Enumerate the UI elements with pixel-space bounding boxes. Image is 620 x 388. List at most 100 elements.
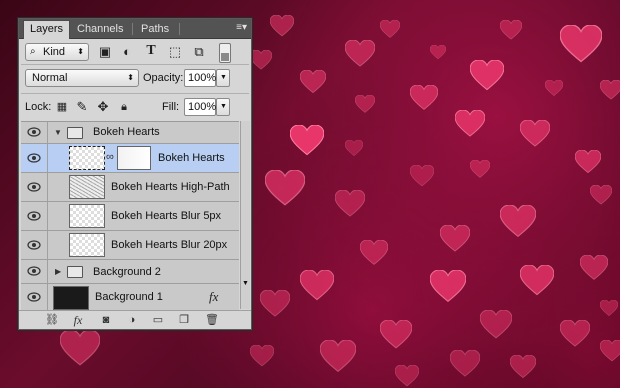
layer-row[interactable]: Background 1 fx	[21, 284, 239, 310]
visibility-toggle[interactable]	[21, 144, 48, 172]
scroll-down-arrow-icon[interactable]: ▼	[242, 280, 249, 287]
adjustment-layer-icon[interactable]: ◑	[125, 313, 139, 327]
layer-effects-icon[interactable]: fx	[209, 289, 218, 305]
heart-shape	[470, 60, 504, 91]
lock-row: Lock: ▦ ✎ ✥ 🔒︎ Fill: 100% ▼	[19, 96, 251, 118]
fx-icon[interactable]: fx	[71, 313, 85, 327]
visibility-toggle[interactable]	[21, 260, 48, 283]
eye-icon	[27, 182, 41, 192]
heart-shape	[260, 290, 290, 317]
fill-input[interactable]: 100%	[184, 98, 216, 116]
heart-shape	[510, 355, 536, 379]
layer-thumbnail[interactable]	[53, 286, 89, 310]
chain-link-icon[interactable]: ∞	[106, 151, 114, 163]
heart-shape	[440, 225, 470, 252]
visibility-toggle[interactable]	[21, 284, 48, 310]
new-group-folder-icon[interactable]: ▭	[151, 313, 165, 327]
tab-paths[interactable]: Paths	[135, 21, 175, 38]
lock-transparency-icon[interactable]: ▦	[54, 99, 70, 115]
heart-shape	[290, 125, 324, 156]
layer-thumbnail[interactable]	[69, 204, 105, 228]
lock-brush-icon[interactable]: ✎	[74, 99, 90, 115]
heart-shape	[455, 110, 485, 137]
panel-footer: ⛓ fx ◙ ◑ ▭ ❐ 🗑︎	[19, 310, 251, 329]
layer-row[interactable]: Bokeh Hearts Blur 5px	[21, 202, 239, 231]
layer-group-row[interactable]: ▶ Background 2	[21, 260, 239, 284]
select-arrows-icon: ⬍	[127, 73, 134, 82]
lock-label: Lock:	[25, 101, 52, 113]
heart-shape	[250, 50, 272, 70]
layer-thumbnail[interactable]	[69, 175, 105, 199]
filter-toggle-switch[interactable]	[219, 43, 231, 63]
lock-all-icon[interactable]: 🔒︎	[116, 99, 132, 115]
trash-icon[interactable]: 🗑︎	[205, 313, 219, 327]
heart-shape	[250, 345, 274, 367]
filter-kind-select[interactable]: ⌕ Kind ⬍	[25, 43, 89, 61]
layer-mask-thumbnail[interactable]	[117, 146, 151, 170]
visibility-toggle[interactable]	[21, 122, 48, 143]
opacity-input[interactable]: 100%	[184, 69, 216, 87]
layer-thumbnail[interactable]	[69, 233, 105, 257]
blend-mode-select[interactable]: Normal ⬍	[25, 69, 139, 87]
fill-dropdown-button[interactable]: ▼	[216, 98, 230, 116]
heart-shape	[480, 310, 512, 339]
tab-channels[interactable]: Channels	[71, 21, 129, 38]
new-layer-icon[interactable]: ❐	[177, 313, 191, 327]
chevron-down-icon: ▼	[220, 103, 227, 110]
heart-shape	[430, 270, 466, 302]
heart-shape	[355, 95, 375, 113]
filter-row: ⌕ Kind ⬍ ▣ ◐ T ⬚ ⧉	[19, 41, 251, 63]
heart-shape	[560, 320, 590, 347]
link-layers-icon[interactable]: ⛓	[45, 313, 59, 327]
layer-row[interactable]: Bokeh Hearts High-Path	[21, 173, 239, 202]
filter-kind-label: Kind	[43, 46, 66, 58]
visibility-toggle[interactable]	[21, 173, 48, 201]
tab-separator	[179, 23, 180, 35]
layers-panel: Layers Channels Paths ≡▾ ⌕ Kind ⬍ ▣ ◐ T …	[18, 18, 252, 330]
heart-shape	[395, 365, 419, 387]
heart-shape	[545, 80, 563, 96]
heart-shape	[380, 20, 400, 38]
filter-adjustment-icon[interactable]: ◐	[119, 44, 135, 60]
heart-shape	[520, 265, 554, 296]
eye-icon	[27, 292, 41, 302]
filter-toggle-knob	[221, 53, 229, 61]
layer-name: Bokeh Hearts	[158, 152, 225, 164]
search-icon: ⌕	[30, 46, 36, 57]
divider	[21, 64, 249, 65]
filter-type-icon[interactable]: T	[143, 43, 159, 59]
panel-tab-bar: Layers Channels Paths ≡▾	[19, 19, 251, 39]
heart-shape	[360, 240, 388, 265]
filter-smart-object-icon[interactable]: ⧉	[191, 44, 207, 60]
heart-shape	[335, 190, 365, 217]
folder-icon	[67, 266, 83, 278]
add-mask-icon[interactable]: ◙	[99, 313, 113, 327]
eye-icon	[27, 211, 41, 221]
heart-shape	[560, 25, 602, 63]
filter-shape-icon[interactable]: ⬚	[167, 44, 183, 60]
panel-menu-icon[interactable]: ≡▾	[236, 22, 247, 33]
divider	[21, 93, 249, 94]
tab-layers[interactable]: Layers	[23, 20, 71, 39]
layers-scrollbar[interactable]: ▼	[240, 121, 250, 309]
chevron-down-icon: ▼	[220, 74, 227, 81]
heart-shape	[345, 140, 363, 156]
layer-thumbnail[interactable]	[69, 146, 105, 170]
fill-label: Fill:	[162, 101, 180, 113]
layer-row[interactable]: Bokeh Hearts Blur 20px	[21, 231, 239, 260]
opacity-dropdown-button[interactable]: ▼	[216, 69, 230, 87]
layer-row-selected[interactable]: ∞ Bokeh Hearts	[21, 144, 239, 173]
lock-move-icon[interactable]: ✥	[95, 99, 111, 115]
heart-shape	[300, 270, 334, 301]
heart-shape	[345, 40, 375, 67]
heart-shape	[500, 20, 522, 40]
filter-pixel-icon[interactable]: ▣	[97, 44, 113, 60]
heart-shape	[600, 340, 620, 362]
group-collapsed-triangle-icon[interactable]: ▶	[55, 267, 61, 276]
tab-separator	[132, 23, 133, 35]
layer-group-row[interactable]: ▼ Bokeh Hearts	[21, 122, 239, 144]
blend-mode-value: Normal	[32, 72, 68, 84]
group-expanded-triangle-icon[interactable]: ▼	[54, 128, 62, 137]
visibility-toggle[interactable]	[21, 202, 48, 230]
visibility-toggle[interactable]	[21, 231, 48, 259]
